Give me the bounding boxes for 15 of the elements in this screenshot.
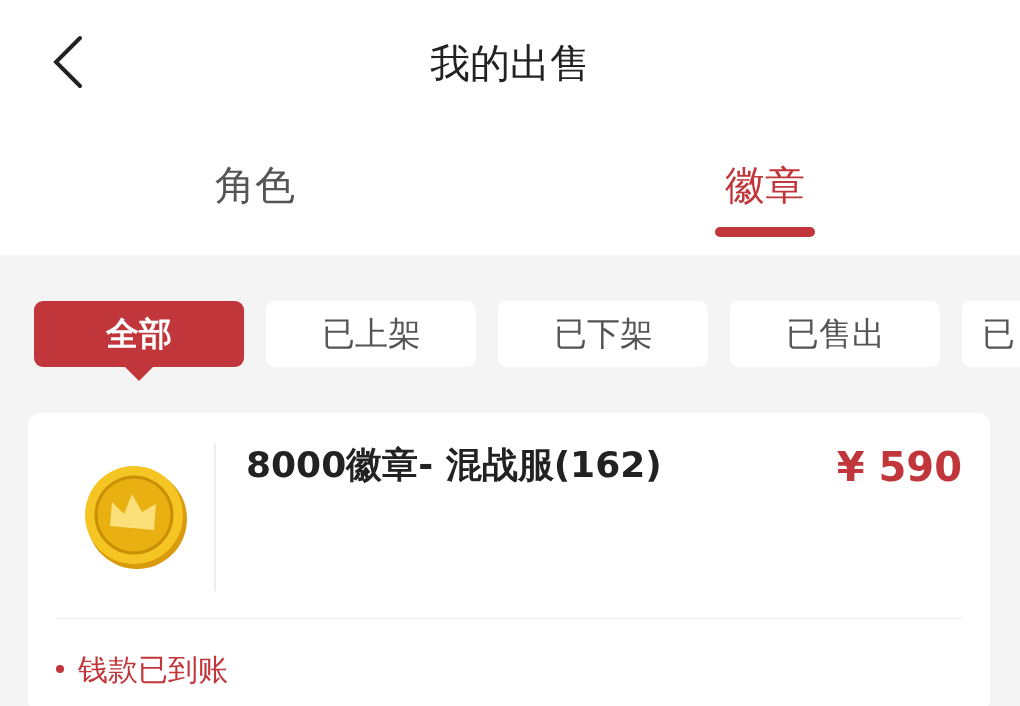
filter-chip[interactable]: 已下架 (498, 301, 708, 367)
order-status: 钱款已到账 (78, 652, 228, 687)
item-title: 8000徽章- 混战服(162) (246, 443, 662, 487)
order-card[interactable]: 8000徽章- 混战服(162) ¥ 590 钱款已到账 (28, 413, 990, 706)
filter-chip[interactable]: 已 (962, 301, 1020, 367)
page-title: 我的出售 (430, 42, 590, 83)
coin-icon (82, 464, 188, 570)
tab[interactable]: 徽章 (715, 125, 815, 237)
status-dot (56, 664, 64, 673)
tab[interactable]: 角色 (205, 125, 305, 237)
filter-chip[interactable]: 已售出 (730, 301, 940, 367)
filter-chip[interactable]: 全部 (34, 301, 244, 367)
price: ¥ 590 (836, 443, 962, 492)
pointer-icon (124, 366, 154, 381)
filter-chip[interactable]: 已上架 (266, 301, 476, 367)
